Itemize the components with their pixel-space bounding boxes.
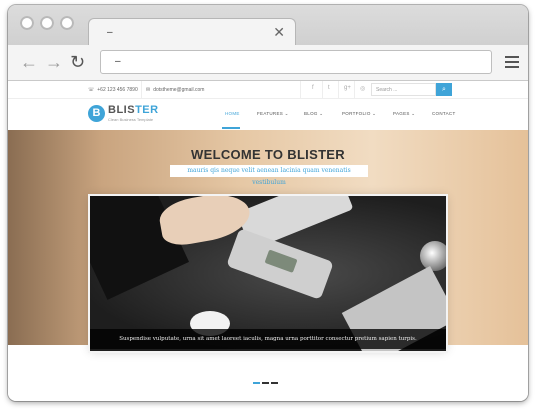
menu-icon[interactable]	[505, 56, 519, 71]
globe-shape	[420, 241, 446, 271]
nav-item-features[interactable]: FEATURES ⌄	[257, 111, 289, 117]
address-bar[interactable]: –	[100, 50, 492, 74]
maximize-window-button[interactable]	[60, 16, 74, 30]
browser-window: – ✕ ← → ↻ – ☏ +62 123 456 7890 ✉ dotsthe…	[8, 5, 528, 401]
slider-pagination	[253, 382, 278, 384]
nav-item-blog[interactable]: BLOG ⌄	[304, 111, 323, 117]
google-plus-icon[interactable]: g+	[344, 85, 351, 91]
slide-dot-1[interactable]	[253, 382, 260, 384]
back-icon[interactable]: ←	[20, 52, 38, 72]
instagram-icon[interactable]: ◎	[360, 85, 365, 92]
phone-number: +62 123 456 7890	[97, 87, 138, 93]
logo-text[interactable]: BLISTER	[108, 104, 159, 116]
logo-tagline: Clean Business Template	[108, 117, 154, 122]
phone-screen-shape	[264, 249, 298, 273]
active-nav-indicator	[222, 127, 240, 129]
hero-title: WELCOME TO BLISTER	[191, 147, 345, 162]
desk-phone-shape	[226, 228, 334, 300]
nav-item-pages[interactable]: PAGES ⌄	[393, 111, 415, 117]
email-contact: ✉ dotstheme@gmail.com	[146, 87, 204, 93]
slide-dot-2[interactable]	[262, 382, 269, 384]
nav-item-portfolio[interactable]: PORTFOLIO ⌄	[342, 111, 376, 117]
logo-text-a: BLIS	[108, 104, 136, 116]
divider	[141, 81, 142, 99]
site-header: B BLISTER Clean Business Template HOME F…	[8, 100, 528, 130]
browser-toolbar: ← → ↻ –	[8, 45, 528, 81]
minimize-window-button[interactable]	[40, 16, 54, 30]
divider	[300, 81, 301, 99]
slide-dot-3[interactable]	[271, 382, 278, 384]
email-icon: ✉	[146, 87, 151, 93]
close-icon[interactable]: ✕	[273, 24, 285, 41]
reload-icon[interactable]: ↻	[70, 52, 85, 72]
slide-image	[90, 196, 446, 351]
slide-caption: Suspendise vulputate, urna sit amet laor…	[90, 329, 446, 349]
hero-subtitle: mauris qis neque velit aenean lacinia qu…	[170, 165, 368, 186]
logo-text-b: TER	[135, 104, 159, 116]
facebook-icon[interactable]: f	[312, 85, 314, 91]
logo-icon[interactable]: B	[88, 105, 105, 122]
site-topbar: ☏ +62 123 456 7890 ✉ dotstheme@gmail.com…	[8, 81, 528, 99]
window-controls	[20, 16, 74, 30]
page-viewport: ☏ +62 123 456 7890 ✉ dotstheme@gmail.com…	[8, 81, 528, 401]
divider	[322, 81, 323, 99]
email-address[interactable]: dotstheme@gmail.com	[153, 87, 204, 93]
url-text: –	[115, 56, 121, 67]
twitter-icon[interactable]: t	[328, 85, 330, 91]
title-bar: – ✕	[8, 5, 528, 46]
search-icon[interactable]: ⌕	[436, 83, 452, 96]
nav-item-contact[interactable]: CONTACT	[432, 111, 456, 116]
search-input[interactable]: Search ...	[371, 83, 436, 96]
divider	[338, 81, 339, 99]
divider	[354, 81, 355, 99]
browser-tab[interactable]: – ✕	[88, 18, 296, 46]
tab-title: –	[107, 27, 113, 38]
forward-icon[interactable]: →	[45, 52, 63, 72]
image-slider[interactable]: Suspendise vulputate, urna sit amet laor…	[90, 196, 446, 351]
close-window-button[interactable]	[20, 16, 34, 30]
nav-item-home[interactable]: HOME	[225, 111, 240, 116]
phone-contact: ☏ +62 123 456 7890	[88, 87, 138, 93]
phone-icon: ☏	[88, 87, 95, 93]
